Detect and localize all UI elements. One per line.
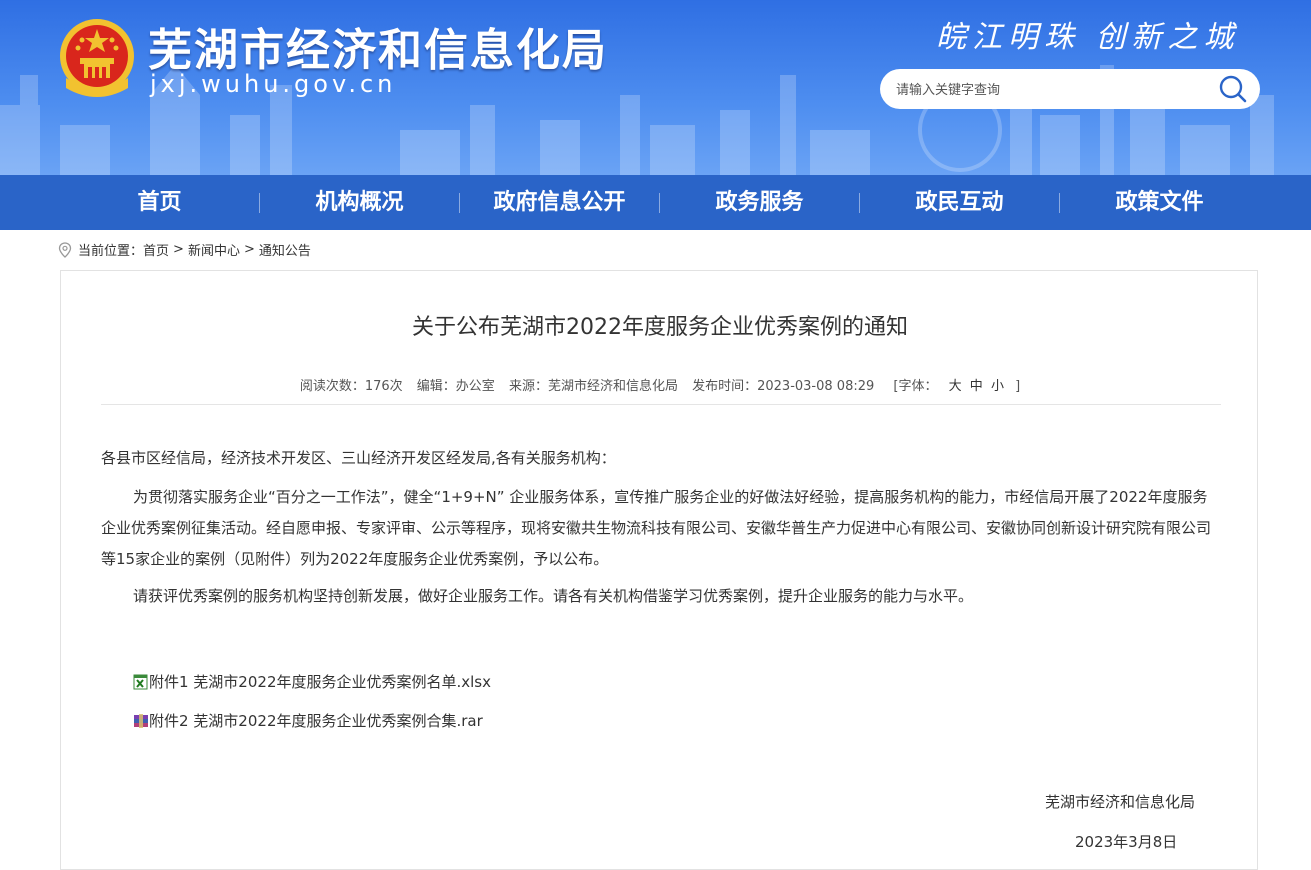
breadcrumb-prefix: 当前位置： <box>78 244 144 259</box>
location-pin-icon <box>58 241 72 258</box>
article-meta: 阅读次数：176次 编辑：办公室 来源：芜湖市经济和信息化局 发布时间：2023… <box>61 375 1259 394</box>
nav-policy[interactable]: 政策文件 <box>1060 175 1259 230</box>
attachment-label: 附件1 芜湖市2022年度服务企业优秀案例名单.xlsx <box>149 673 491 691</box>
font-size-small[interactable]: 小 <box>991 379 1004 394</box>
signature-org: 芜湖市经济和信息化局 <box>1045 793 1196 811</box>
main-nav: 首页 机构概况 政府信息公开 政务服务 政民互动 政策文件 <box>0 175 1311 230</box>
site-slogan: 皖江明珠 创新之城 <box>936 20 1240 55</box>
signature-date: 2023年3月8日 <box>1075 833 1178 851</box>
meta-source: 来源：芜湖市经济和信息化局 <box>508 379 678 394</box>
article-paragraph: 请获评优秀案例的服务机构坚持创新发展，做好企业服务工作。请各有关机构借鉴学习优秀… <box>133 587 974 605</box>
article-title: 关于公布芜湖市2022年度服务企业优秀案例的通知 <box>412 315 908 340</box>
rar-archive-icon <box>134 713 148 728</box>
meta-date: 发布时间：2023-03-08 08:29 <box>692 379 875 394</box>
breadcrumb: 当前位置： 首页 > 新闻中心 > 通知公告 <box>58 240 311 259</box>
breadcrumb-news[interactable]: 新闻中心 <box>188 240 240 259</box>
breadcrumb-sep: > <box>173 242 184 257</box>
meta-editor: 编辑：办公室 <box>416 379 495 394</box>
meta-divider <box>101 404 1221 405</box>
font-size-large[interactable]: 大 <box>949 379 962 394</box>
font-size-label: [字体： <box>893 379 938 394</box>
site-url: jxj.wuhu.gov.cn <box>150 70 397 98</box>
nav-services[interactable]: 政务服务 <box>660 175 859 230</box>
article-paragraph: 为贯彻落实服务企业“百分之一工作法”，健全“1+9+N” 企业服务体系，宣传推广… <box>101 488 1212 568</box>
font-size-end: ] <box>1015 379 1021 394</box>
search-box <box>880 69 1260 109</box>
article-panel: 关于公布芜湖市2022年度服务企业优秀案例的通知 阅读次数：176次 编辑：办公… <box>60 270 1258 870</box>
national-emblem-icon <box>60 19 134 97</box>
attachment-link-1[interactable]: 附件1 芜湖市2022年度服务企业优秀案例名单.xlsx <box>133 671 491 692</box>
breadcrumb-notice[interactable]: 通知公告 <box>259 240 311 259</box>
excel-file-icon <box>133 674 148 689</box>
meta-views: 阅读次数：176次 <box>299 379 403 394</box>
article-body: 各县市区经信局，经济技术开发区、三山经济开发区经发局,各有关服务机构： 为贯彻落… <box>101 443 1221 612</box>
search-icon[interactable] <box>1218 74 1248 104</box>
breadcrumb-sep: > <box>243 242 255 257</box>
article-greeting: 各县市区经信局，经济技术开发区、三山经济开发区经发局,各有关服务机构： <box>101 449 616 467</box>
nav-interaction[interactable]: 政民互动 <box>860 175 1059 230</box>
nav-home[interactable]: 首页 <box>60 175 259 230</box>
search-input[interactable] <box>894 77 1208 103</box>
attachment-label: 附件2 芜湖市2022年度服务企业优秀案例合集.rar <box>149 712 483 730</box>
attachment-link-2[interactable]: 附件2 芜湖市2022年度服务企业优秀案例合集.rar <box>133 710 483 731</box>
site-title: 芜湖市经济和信息化局 <box>148 25 608 76</box>
site-header: 芜湖市经济和信息化局 jxj.wuhu.gov.cn 皖江明珠 创新之城 <box>0 0 1311 175</box>
breadcrumb-home[interactable]: 首页 <box>143 240 169 259</box>
font-size-medium[interactable]: 中 <box>970 379 983 394</box>
nav-about[interactable]: 机构概况 <box>260 175 459 230</box>
nav-gov-info[interactable]: 政府信息公开 <box>460 175 659 230</box>
